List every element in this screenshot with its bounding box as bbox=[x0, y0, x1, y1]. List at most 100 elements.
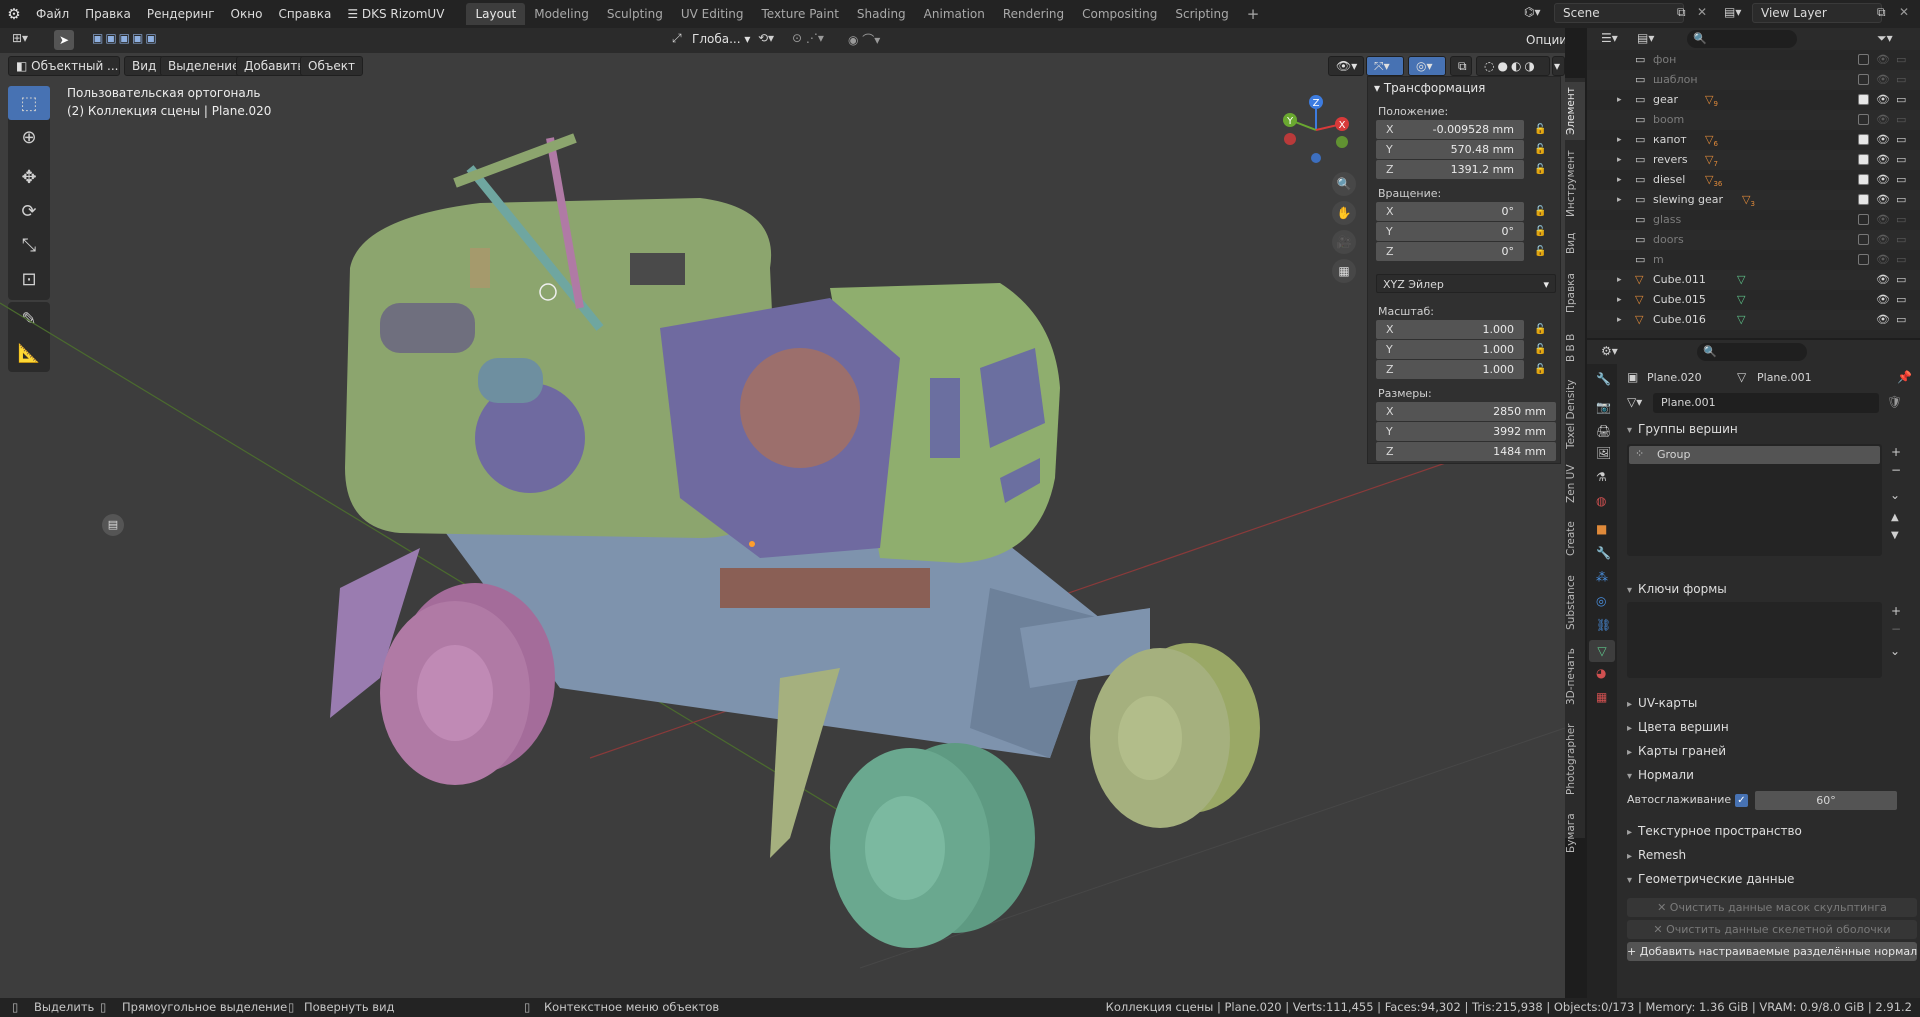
move-up-icon[interactable]: ▲ bbox=[1891, 512, 1899, 523]
zoom-icon[interactable]: 🔍 bbox=[1332, 172, 1356, 196]
eye-icon[interactable]: 👁 bbox=[1876, 90, 1890, 110]
exclude-checkbox[interactable] bbox=[1858, 254, 1869, 265]
filter-icon[interactable]: ⏷▾ bbox=[1877, 31, 1893, 46]
eye-icon[interactable]: 👁 bbox=[1876, 110, 1890, 130]
lock-icon[interactable]: 🔓 bbox=[1534, 364, 1548, 376]
physics-props-icon[interactable]: ◎ bbox=[1596, 594, 1606, 608]
shape-keys-list[interactable] bbox=[1627, 602, 1882, 678]
render-camera-icon[interactable]: ▭ bbox=[1896, 270, 1906, 290]
tab-tool[interactable]: Инструмент bbox=[1565, 148, 1585, 220]
tab-compositing[interactable]: Compositing bbox=[1073, 3, 1166, 25]
tab-view[interactable]: Вид bbox=[1565, 228, 1585, 258]
render-camera-icon[interactable]: ▭ bbox=[1896, 70, 1906, 90]
tab-create[interactable]: Create bbox=[1565, 516, 1585, 562]
perspective-toggle-icon[interactable]: ▦ bbox=[1332, 259, 1356, 283]
vertex-group-item[interactable]: Group bbox=[1629, 446, 1880, 464]
mesh-data-props-icon[interactable]: ▽ bbox=[1589, 640, 1615, 662]
expand-arrow-icon[interactable]: ▸ bbox=[1617, 130, 1622, 150]
render-camera-icon[interactable]: ▭ bbox=[1896, 310, 1906, 330]
scene-icon[interactable]: ⌬▾ bbox=[1524, 5, 1541, 19]
tab-scripting[interactable]: Scripting bbox=[1166, 3, 1237, 25]
outliner-view-icon[interactable]: ▤▾ bbox=[1637, 31, 1654, 45]
eye-icon[interactable]: 👁 bbox=[1876, 210, 1890, 230]
pin-icon[interactable]: 📌 bbox=[1897, 370, 1912, 384]
location-x-field[interactable]: X -0.009528 mm bbox=[1376, 120, 1524, 139]
tab-texture-paint[interactable]: Texture Paint bbox=[752, 3, 847, 25]
dimensions-z-field[interactable]: Z 1484 mm bbox=[1376, 442, 1556, 461]
3d-viewport[interactable]: ⊞▾ ➤ ▣▣▣▣▣ ⤢ Глоба... ▾ ⟲▾ ⊙ ⋰▾ ◉ ⌒▾ Опц… bbox=[0, 28, 1565, 998]
expand-arrow-icon[interactable]: ▸ bbox=[1617, 150, 1622, 170]
location-y-field[interactable]: Y 570.48 mm bbox=[1376, 140, 1524, 159]
eye-icon[interactable]: 👁 bbox=[1876, 130, 1890, 150]
clear-skin-data-button[interactable]: ✕ Очистить данные скелетной оболочки bbox=[1627, 920, 1917, 939]
exclude-checkbox[interactable] bbox=[1858, 194, 1869, 205]
menu-render[interactable]: Рендеринг bbox=[139, 0, 223, 28]
eye-icon[interactable]: 👁 bbox=[1876, 270, 1890, 290]
lock-icon[interactable]: 🔓 bbox=[1534, 164, 1548, 176]
outliner-row[interactable]: ▭ фон 👁 ▭ bbox=[1587, 50, 1920, 70]
autosmooth-angle-field[interactable]: 60° bbox=[1755, 791, 1897, 810]
rotation-mode-dropdown[interactable]: XYZ Эйлер ▾ bbox=[1376, 274, 1556, 293]
expand-arrow-icon[interactable]: ▸ bbox=[1617, 190, 1622, 210]
texture-props-icon[interactable]: ▦ bbox=[1596, 690, 1607, 704]
modifier-props-icon[interactable]: 🔧 bbox=[1596, 546, 1611, 560]
shape-key-specials-icon[interactable]: ⌄ bbox=[1890, 644, 1900, 658]
pan-hand-icon[interactable]: ✋ bbox=[1332, 201, 1356, 225]
outliner-search-input[interactable]: 🔍 bbox=[1687, 30, 1797, 48]
eye-icon[interactable]: 👁 bbox=[1876, 310, 1890, 330]
outliner-row[interactable]: ▭ doors 👁 ▭ bbox=[1587, 230, 1920, 250]
tab-photographer[interactable]: Photographer bbox=[1565, 718, 1585, 800]
lock-icon[interactable]: 🔓 bbox=[1534, 124, 1548, 136]
tab-substance[interactable]: Substance bbox=[1565, 570, 1585, 636]
tab-modeling[interactable]: Modeling bbox=[525, 3, 598, 25]
render-camera-icon[interactable]: ▭ bbox=[1896, 190, 1906, 210]
outliner-row[interactable]: ▸ ▭ revers ▽7 👁 ▭ bbox=[1587, 150, 1920, 170]
outliner-row[interactable]: ▸ ▽ Cube.011 ▽ 👁 ▭ bbox=[1587, 270, 1920, 290]
scale-y-field[interactable]: Y 1.000 bbox=[1376, 340, 1524, 359]
output-props-icon[interactable]: 🖨 bbox=[1596, 424, 1611, 438]
tab-item[interactable]: Элемент bbox=[1565, 82, 1585, 140]
constraints-props-icon[interactable]: ⛓ bbox=[1596, 618, 1611, 632]
tab-zen-uv[interactable]: Zen UV bbox=[1565, 460, 1585, 508]
render-props-icon[interactable]: 📷 bbox=[1596, 400, 1611, 414]
outliner-row[interactable]: ▸ ▭ gear ▽9 👁 ▭ bbox=[1587, 90, 1920, 110]
render-camera-icon[interactable]: ▭ bbox=[1896, 210, 1906, 230]
vertex-colors-panel-header[interactable]: ▸ Цвета вершин bbox=[1627, 720, 1729, 734]
view-layer-props-icon[interactable]: 🖼 bbox=[1596, 446, 1611, 460]
exclude-checkbox[interactable] bbox=[1858, 54, 1869, 65]
outliner-row[interactable]: ▭ boom 👁 ▭ bbox=[1587, 110, 1920, 130]
outliner-row[interactable]: ▸ ▭ капот ▽6 👁 ▭ bbox=[1587, 130, 1920, 150]
render-camera-icon[interactable]: ▭ bbox=[1896, 110, 1906, 130]
particles-props-icon[interactable]: ⁂ bbox=[1596, 570, 1608, 584]
shape-keys-panel-header[interactable]: ▾ Ключи формы bbox=[1627, 582, 1727, 596]
remove-scene-icon[interactable]: ✕ bbox=[1697, 5, 1707, 19]
dimensions-y-field[interactable]: Y 3992 mm bbox=[1376, 422, 1556, 441]
lock-icon[interactable]: 🔓 bbox=[1534, 144, 1548, 156]
vertex-groups-panel-header[interactable]: ▾ Группы вершин bbox=[1627, 422, 1738, 436]
eye-icon[interactable]: 👁 bbox=[1876, 70, 1890, 90]
eye-icon[interactable]: 👁 bbox=[1876, 150, 1890, 170]
render-camera-icon[interactable]: ▭ bbox=[1896, 150, 1906, 170]
exclude-checkbox[interactable] bbox=[1858, 94, 1869, 105]
tab-bbb[interactable]: B B B bbox=[1565, 328, 1585, 368]
outliner-row[interactable]: ▸ ▭ diesel ▽36 👁 ▭ bbox=[1587, 170, 1920, 190]
render-camera-icon[interactable]: ▭ bbox=[1896, 50, 1906, 70]
render-camera-icon[interactable]: ▭ bbox=[1896, 290, 1906, 310]
rotation-x-field[interactable]: X 0° bbox=[1376, 202, 1524, 221]
menu-edit[interactable]: Правка bbox=[77, 0, 139, 28]
transform-header[interactable]: ▾ Трансформация bbox=[1374, 81, 1485, 95]
world-props-icon[interactable]: ◍ bbox=[1596, 494, 1606, 508]
rotation-y-field[interactable]: Y 0° bbox=[1376, 222, 1524, 241]
exclude-checkbox[interactable] bbox=[1858, 214, 1869, 225]
outliner-row[interactable]: ▸ ▽ Cube.016 ▽ 👁 ▭ bbox=[1587, 310, 1920, 330]
remove-shape-key-icon[interactable]: − bbox=[1891, 622, 1901, 636]
eye-icon[interactable]: 👁 bbox=[1876, 230, 1890, 250]
navigation-gizmo[interactable]: Z Y X bbox=[1280, 90, 1360, 170]
camera-view-icon[interactable]: 🎥 bbox=[1332, 230, 1356, 254]
mesh-browse-icon[interactable]: ▽▾ bbox=[1627, 395, 1642, 409]
object-props-icon[interactable]: ■ bbox=[1596, 522, 1607, 536]
tab-rendering[interactable]: Rendering bbox=[994, 3, 1073, 25]
tool-props-icon[interactable]: 🔧 bbox=[1596, 372, 1611, 386]
outliner-display-mode-icon[interactable]: ☰▾ bbox=[1601, 31, 1618, 45]
eye-icon[interactable]: 👁 bbox=[1876, 170, 1890, 190]
